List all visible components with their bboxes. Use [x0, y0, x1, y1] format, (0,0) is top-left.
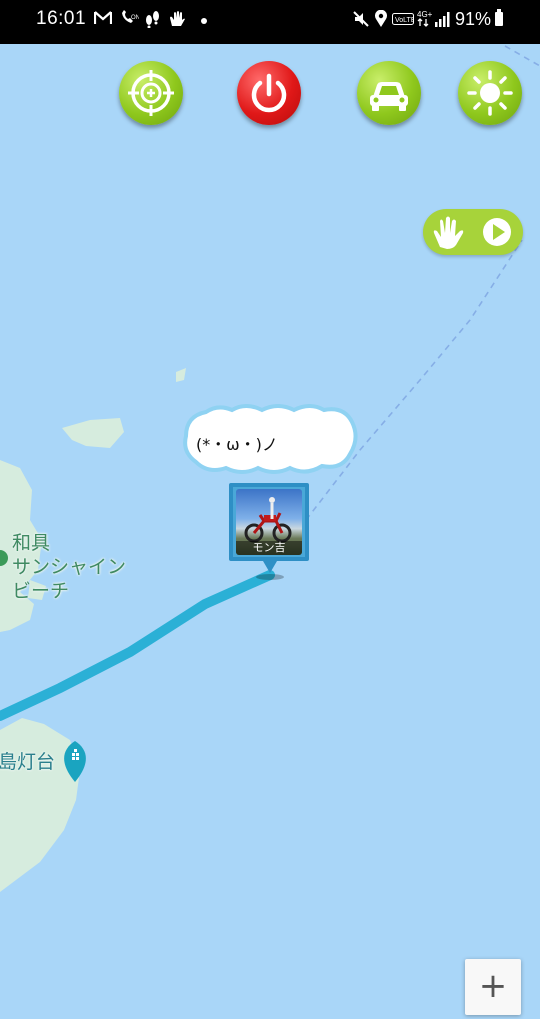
- svg-text:4G+: 4G+: [417, 10, 432, 19]
- target-button[interactable]: [119, 61, 183, 125]
- avatar-photo: モン吉: [236, 489, 302, 555]
- mute-icon: [352, 10, 370, 32]
- map-label-beach-2: サンシャイン: [12, 556, 127, 578]
- play-icon: [483, 218, 511, 246]
- land-islet-2: [176, 368, 186, 382]
- svg-text:ON: ON: [131, 15, 139, 21]
- wifi-call-icon: ON: [119, 10, 140, 30]
- land-island-south: [0, 718, 80, 892]
- wave-play-button[interactable]: [423, 209, 523, 255]
- 4g-icon: 4G+: [416, 9, 433, 31]
- gmail-icon: [93, 10, 113, 30]
- dot-icon: [200, 13, 208, 29]
- map-label-beach-1: 和具: [12, 532, 51, 554]
- battery-icon: [495, 9, 503, 26]
- status-time: 16:01: [36, 8, 87, 29]
- location-icon: [374, 9, 388, 32]
- speech-text: (*・ω・)ノ: [196, 435, 278, 454]
- sun-button[interactable]: [458, 61, 522, 125]
- land-islet-1: [62, 418, 124, 448]
- svg-text:VoLTE: VoLTE: [395, 17, 414, 24]
- signal-icon: [434, 11, 452, 31]
- car-icon: [370, 82, 408, 111]
- zoom-in-icon: +: [478, 966, 508, 1006]
- battery-percent: 91%: [455, 9, 492, 29]
- power-button[interactable]: [237, 61, 301, 125]
- hand-notification-icon: [168, 10, 186, 32]
- map-label-lighthouse: 島灯台: [0, 751, 56, 773]
- wave-hand-icon: [433, 216, 464, 249]
- map-label-beach-3: ビーチ: [12, 580, 70, 602]
- volte-icon: VoLTE: [392, 12, 416, 30]
- power-icon: [251, 73, 287, 113]
- map-view[interactable]: 和具 サンシャイン ビーチ 島灯台 (*・ω・)ノ モン吉 +: [0, 44, 540, 1019]
- status-bar: 16:01 ON VoLTE 4G+ 91%: [0, 0, 540, 44]
- footprints-icon: [145, 10, 161, 32]
- sun-icon: [467, 70, 513, 116]
- crosshair-icon: [128, 70, 174, 116]
- car-button[interactable]: [357, 61, 421, 125]
- avatar-name: モン吉: [236, 541, 302, 555]
- zoom-in-button[interactable]: +: [465, 959, 521, 1015]
- avatar-marker[interactable]: モン吉: [229, 483, 311, 581]
